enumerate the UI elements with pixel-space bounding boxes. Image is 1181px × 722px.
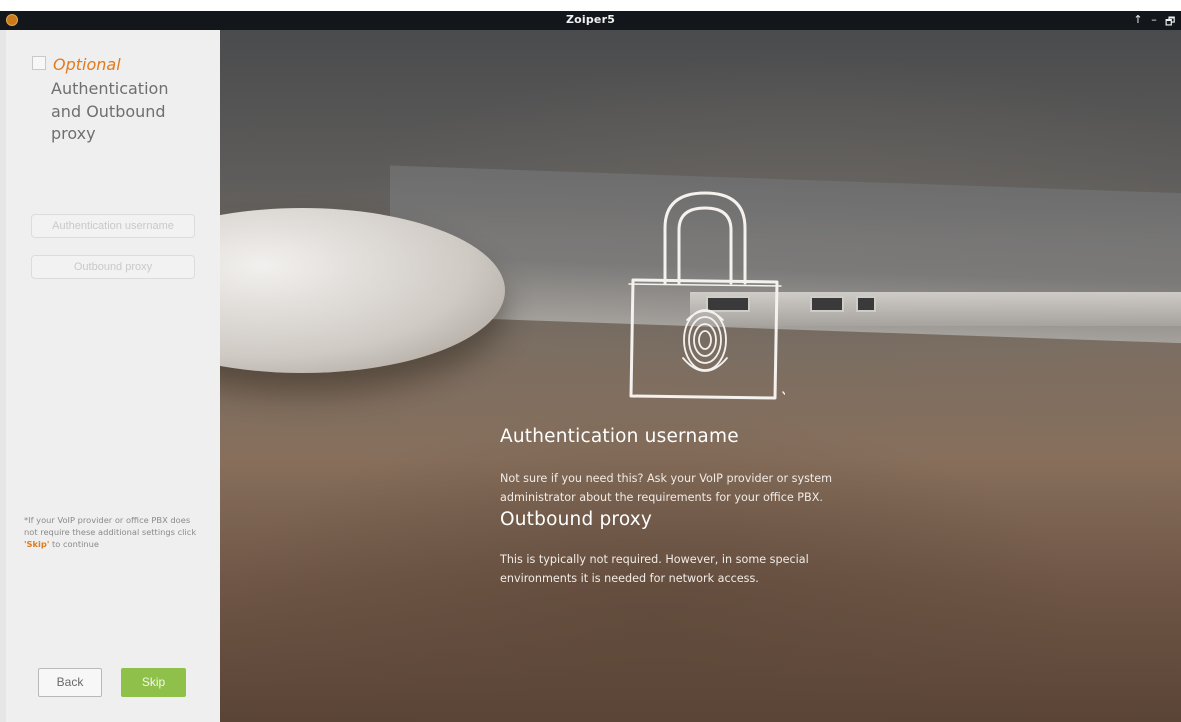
auth-username-input[interactable]: Authentication username xyxy=(31,214,195,238)
laptop-usb-port xyxy=(810,296,844,312)
info-panel: Authentication username Not sure if you … xyxy=(220,30,1181,722)
step-title: Authentication and Outbound proxy xyxy=(51,79,169,143)
optional-label: Optional xyxy=(53,55,121,74)
hint-suffix: to continue xyxy=(49,539,100,549)
skip-hint-text: *If your VoIP provider or office PBX doe… xyxy=(24,514,204,550)
wizard-sidebar: Optional Authentication and Outbound pro… xyxy=(0,30,220,722)
hint-prefix: *If your VoIP provider or office PBX doe… xyxy=(24,515,197,537)
window-titlebar: Zoiper5 ↑ – 🗗 xyxy=(0,11,1181,30)
laptop-thunderbolt-port xyxy=(856,296,876,312)
proxy-info-heading: Outbound proxy xyxy=(500,509,653,530)
fingerprint-lock-icon xyxy=(628,191,785,400)
window-title: Zoiper5 xyxy=(565,13,616,26)
optional-checkbox[interactable] xyxy=(32,56,46,70)
outbound-proxy-input[interactable]: Outbound proxy xyxy=(31,255,195,279)
proxy-info-text: This is typically not required. However,… xyxy=(500,553,809,585)
auth-info-text: Not sure if you need this? Ask your VoIP… xyxy=(500,472,833,504)
hint-skip-word: 'Skip' xyxy=(24,539,50,549)
back-button[interactable]: Back xyxy=(38,668,102,697)
auth-info-heading: Authentication username xyxy=(500,426,739,447)
skip-button[interactable]: Skip xyxy=(121,668,186,697)
